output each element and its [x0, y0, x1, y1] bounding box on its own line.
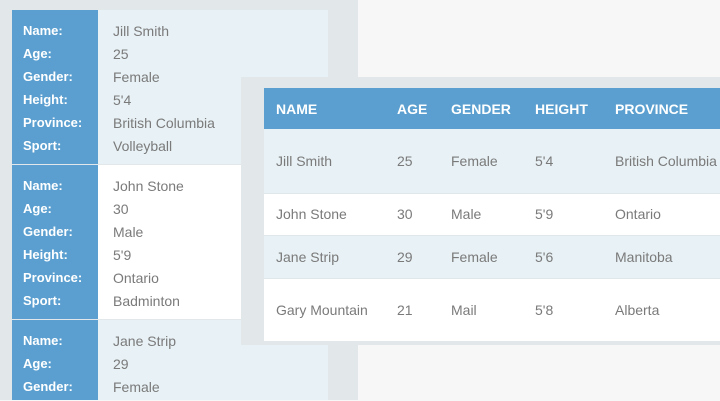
field-label-height: Height: [23, 247, 68, 262]
column-header-age[interactable]: AGE [385, 88, 439, 129]
field-label-sport: Sport: [23, 293, 62, 308]
field-label-name: Name: [23, 178, 63, 193]
table-cell-province: British Columbia [603, 129, 720, 194]
table-cell-gender: Female [439, 235, 523, 279]
field-label-gender: Gender: [23, 224, 73, 239]
table-row: John Stone 30 Male 5'9 Ontario [264, 193, 720, 236]
table-cell-name: Jill Smith [264, 129, 385, 194]
field-label-height: Height: [23, 92, 68, 107]
column-header-height[interactable]: HEIGHT [523, 88, 603, 129]
card-field-labels: Name: Age: Gender: Height: Province: Spo… [12, 165, 98, 319]
table-cell-height: 5'8 [523, 278, 603, 341]
field-label-name: Name: [23, 23, 63, 38]
people-table: NAME AGE GENDER HEIGHT PROVINCE Jill Smi… [264, 88, 720, 341]
table-cell-age: 25 [385, 129, 439, 194]
table-cell-height: 5'9 [523, 193, 603, 236]
table-cell-age: 30 [385, 193, 439, 236]
table-cell-gender: Female [439, 129, 523, 194]
field-value-gender: Female [113, 379, 160, 395]
field-label-province: Province: [23, 115, 83, 130]
table-cell-gender: Mail [439, 278, 523, 341]
table-cell-province: Alberta [603, 278, 720, 341]
field-label-name: Name: [23, 333, 63, 348]
card-field-labels: Name: Age: Gender: Height: Province: Spo… [12, 10, 98, 164]
field-label-age: Age: [23, 356, 52, 371]
field-value-name: Jill Smith [113, 23, 170, 39]
field-value-age: 29 [113, 356, 129, 372]
table-cell-gender: Male [439, 193, 523, 236]
field-label-age: Age: [23, 46, 52, 61]
desktop-table-view: NAME AGE GENDER HEIGHT PROVINCE Jill Smi… [241, 77, 720, 345]
field-label-sport: Sport: [23, 138, 62, 153]
table-cell-province: Manitoba [603, 235, 720, 279]
table-cell-name: Gary Mountain [264, 278, 385, 341]
field-label-gender: Gender: [23, 69, 73, 84]
field-label-age: Age: [23, 201, 52, 216]
table-cell-age: 29 [385, 235, 439, 279]
table-row: Jane Strip 29 Female 5'6 Manitoba [264, 235, 720, 279]
table-cell-height: 5'4 [523, 129, 603, 194]
field-label-province: Province: [23, 270, 83, 285]
table-cell-age: 21 [385, 278, 439, 341]
table-cell-name: Jane Strip [264, 235, 385, 279]
column-header-province[interactable]: PROVINCE [603, 88, 720, 129]
table-cell-height: 5'6 [523, 235, 603, 279]
table-cell-province: Ontario [603, 193, 720, 236]
table-header-row: NAME AGE GENDER HEIGHT PROVINCE [264, 88, 720, 129]
card-field-labels: Name: Age: Gender: [12, 320, 98, 400]
field-value-age: 25 [113, 46, 129, 62]
column-header-gender[interactable]: GENDER [439, 88, 523, 129]
table-row: Jill Smith 25 Female 5'4 British Columbi… [264, 129, 720, 194]
table-row: Gary Mountain 21 Mail 5'8 Alberta [264, 278, 720, 341]
field-label-gender: Gender: [23, 379, 73, 394]
column-header-name[interactable]: NAME [264, 88, 385, 129]
table-cell-name: John Stone [264, 193, 385, 236]
